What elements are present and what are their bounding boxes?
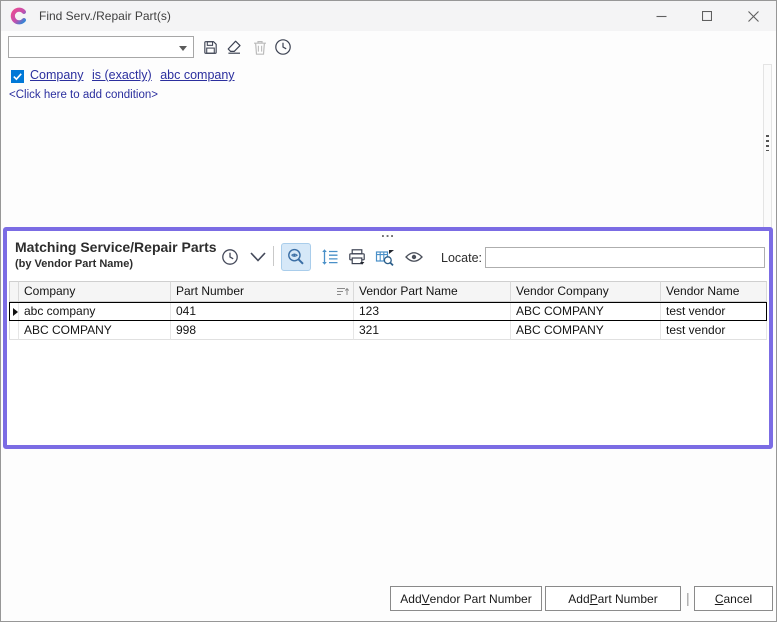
grid-row-1[interactable]: abc company 041 123 ABC COMPANY test ven… (9, 302, 767, 321)
maximize-button[interactable] (684, 1, 730, 31)
clock-icon (220, 247, 240, 267)
eraser-icon (225, 38, 243, 56)
parts-grid: Company Part Number Vendor Part Name Ven… (9, 281, 767, 340)
cell-vendor-part-name[interactable]: 123 (354, 302, 511, 321)
chevron-down-icon (249, 251, 267, 263)
grid-row-2[interactable]: ABC COMPANY 998 321 ABC COMPANY test ven… (9, 321, 767, 340)
column-header-label: Part Number (176, 281, 244, 302)
condition-operator-link[interactable]: is (exactly) (92, 68, 152, 82)
panel-subtitle: (by Vendor Part Name) (15, 258, 133, 270)
column-header-vendor-company[interactable]: Vendor Company (511, 281, 661, 302)
column-header-company[interactable]: Company (19, 281, 171, 302)
grid-header-row: Company Part Number Vendor Part Name Ven… (9, 281, 767, 302)
app-logo-icon (10, 7, 28, 25)
button-label-part: ancel (723, 592, 752, 606)
cell-vendor-name[interactable]: test vendor (661, 321, 767, 340)
find-panel-button[interactable] (281, 243, 311, 271)
cell-part-number[interactable]: 998 (171, 321, 354, 340)
row-auto-height-button[interactable] (317, 244, 343, 270)
button-separator: | (686, 590, 690, 606)
button-label-part: Add (400, 592, 421, 606)
trash-icon (252, 39, 268, 56)
button-mnemonic: C (715, 592, 724, 606)
button-mnemonic: V (422, 592, 430, 606)
print-button[interactable] (344, 244, 370, 270)
button-mnemonic: P (590, 592, 598, 606)
sort-ascending-icon (336, 286, 349, 297)
grid-search-icon (374, 247, 396, 267)
condition-checkbox[interactable] (11, 70, 24, 83)
row-selector-cell[interactable] (9, 302, 19, 321)
title-bar: Find Serv./Repair Part(s) (1, 1, 776, 31)
expand-options-button[interactable] (245, 244, 271, 270)
current-row-arrow-icon (13, 308, 18, 316)
column-header-part-number[interactable]: Part Number (171, 281, 354, 302)
maximize-icon (702, 11, 712, 21)
add-vendor-part-number-button[interactable]: Add Vendor Part Number (390, 586, 542, 611)
condition-row: Company is (exactly) abc company (30, 68, 240, 82)
matching-parts-panel: ... Matching Service/Repair Parts (by Ve… (3, 227, 773, 449)
clock-icon (273, 37, 293, 57)
close-button[interactable] (730, 1, 776, 31)
cell-vendor-name[interactable]: test vendor (661, 302, 767, 321)
locate-label: Locate: (441, 251, 482, 265)
minimize-button[interactable] (638, 1, 684, 31)
find-magnifier-eye-icon (286, 247, 306, 267)
column-customize-button[interactable] (372, 244, 398, 270)
save-filter-button[interactable] (199, 36, 221, 58)
cell-vendor-part-name[interactable]: 321 (354, 321, 511, 340)
panel-title: Matching Service/Repair Parts (15, 239, 217, 255)
add-part-number-button[interactable]: Add Part Number (545, 586, 681, 611)
filter-combobox[interactable] (8, 36, 194, 58)
close-icon (748, 11, 759, 22)
column-header-vendor-part-name[interactable]: Vendor Part Name (354, 281, 511, 302)
toolbar-separator (273, 246, 274, 266)
eye-icon (404, 249, 424, 265)
condition-area-scrollbar[interactable] (763, 64, 772, 231)
cell-vendor-company[interactable]: ABC COMPANY (511, 302, 661, 321)
cancel-button[interactable]: Cancel (694, 586, 773, 611)
cell-company[interactable]: ABC COMPANY (19, 321, 171, 340)
preview-button[interactable] (401, 244, 427, 270)
button-label-part: art Number (598, 592, 658, 606)
grid-history-button[interactable] (217, 244, 243, 270)
column-header-vendor-name[interactable]: Vendor Name (661, 281, 767, 302)
cell-vendor-company[interactable]: ABC COMPANY (511, 321, 661, 340)
save-icon (202, 39, 219, 56)
condition-value-link[interactable]: abc company (160, 68, 234, 82)
locate-input[interactable] (485, 247, 765, 268)
cell-part-number[interactable]: 041 (171, 302, 354, 321)
selector-column-header (9, 281, 19, 302)
combo-dropdown-arrow-icon[interactable] (179, 46, 187, 51)
checkbox-checked-icon (11, 70, 24, 83)
filter-history-button[interactable] (272, 36, 294, 58)
scrollbar-grip[interactable] (766, 135, 769, 151)
panel-splitter-grip[interactable]: ... (381, 228, 395, 238)
find-parts-dialog: Find Serv./Repair Part(s) (0, 0, 777, 622)
add-condition-link[interactable]: <Click here to add condition> (9, 89, 158, 101)
window-title: Find Serv./Repair Part(s) (39, 9, 171, 23)
button-label-part: Add (568, 592, 589, 606)
row-auto-height-icon (320, 247, 340, 267)
minimize-icon (656, 11, 667, 22)
printer-icon (347, 247, 367, 267)
cell-company[interactable]: abc company (19, 302, 171, 321)
condition-field-link[interactable]: Company (30, 68, 84, 82)
row-selector-cell[interactable] (9, 321, 19, 340)
clear-filter-button[interactable] (223, 36, 245, 58)
delete-filter-button[interactable] (249, 36, 271, 58)
button-label-part: endor Part Number (430, 592, 532, 606)
